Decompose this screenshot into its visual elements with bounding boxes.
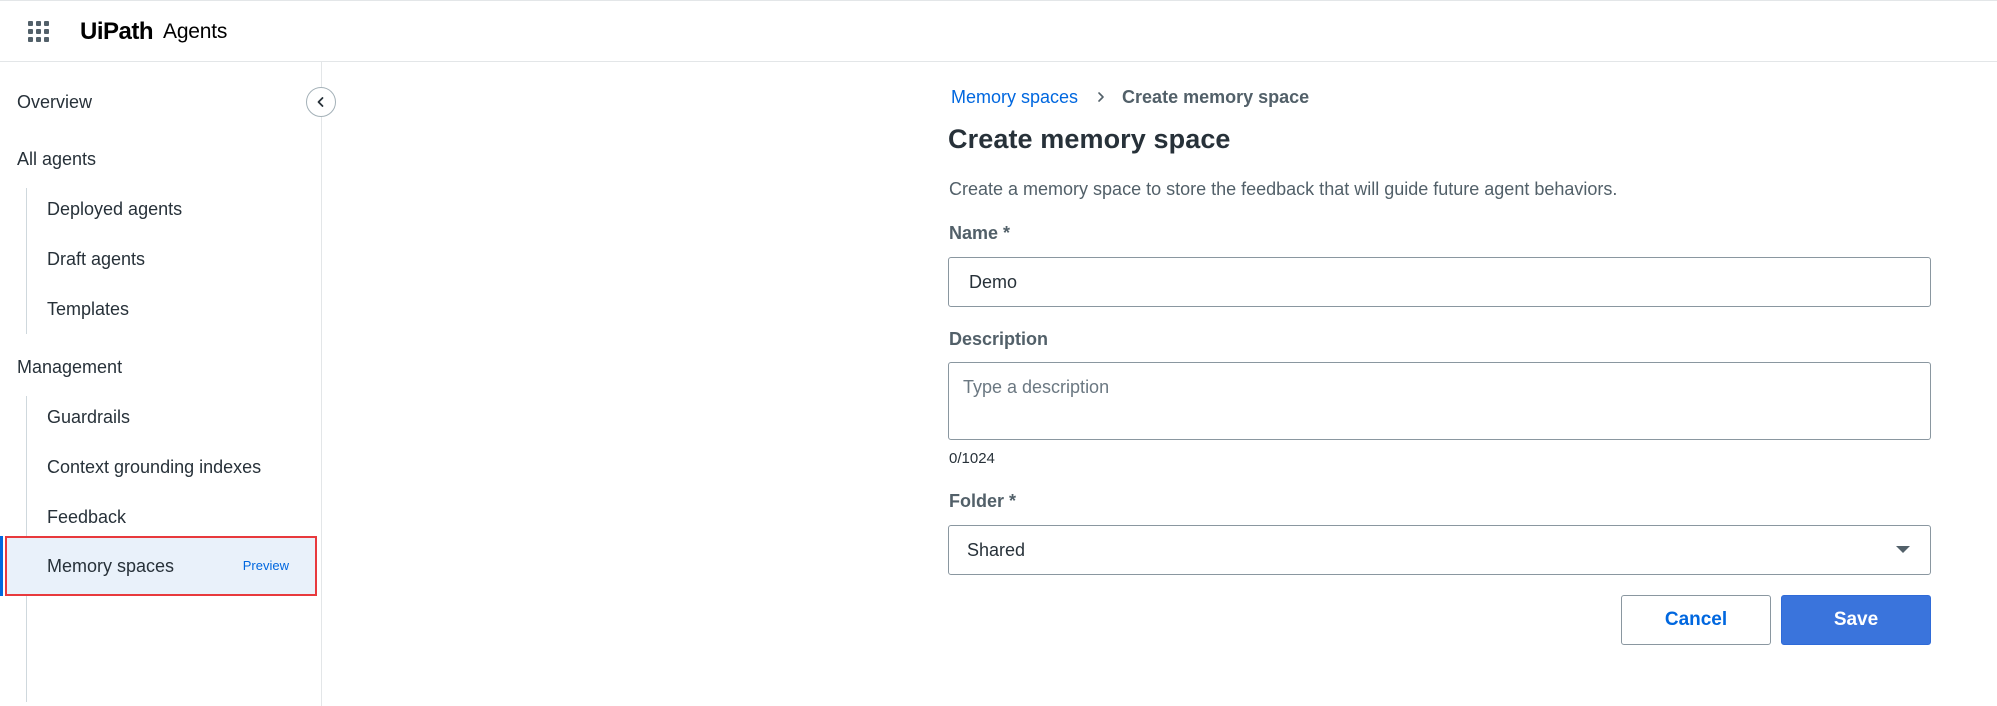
sidebar-item-label: Guardrails xyxy=(47,406,131,427)
page-title: Create memory space xyxy=(948,124,1231,154)
preview-badge: Preview xyxy=(242,558,289,573)
sidebar-item-label: Overview xyxy=(17,91,93,112)
sidebar-item-memory-spaces[interactable]: Memory spaces Preview xyxy=(5,536,317,596)
sidebar-item-label: Management xyxy=(17,356,123,377)
breadcrumb-current: Create memory space xyxy=(1122,86,1310,107)
description-field[interactable] xyxy=(948,362,1931,440)
caret-down-icon xyxy=(1896,546,1910,553)
character-counter: 0/1024 xyxy=(949,450,995,467)
sidebar-item-draft-agents[interactable]: Draft agents xyxy=(0,236,322,282)
sidebar-item-management[interactable]: Management xyxy=(0,344,322,390)
sidebar-item-label: All agents xyxy=(17,148,97,169)
folder-select[interactable]: Shared xyxy=(948,525,1931,575)
folder-select-value: Shared xyxy=(967,540,1026,560)
chevron-right-icon xyxy=(1096,91,1106,103)
brand-name: UiPath xyxy=(80,18,154,45)
name-label: Name * xyxy=(949,223,1011,243)
sidebar-item-feedback[interactable]: Feedback xyxy=(0,494,322,540)
uipath-logo[interactable]: UiPath Agents xyxy=(80,17,227,47)
page-description: Create a memory space to store the feedb… xyxy=(949,179,1618,199)
sidebar-item-guardrails[interactable]: Guardrails xyxy=(0,394,322,440)
top-header: UiPath Agents xyxy=(0,0,1997,62)
sidebar-item-context-grounding-indexes[interactable]: Context grounding indexes xyxy=(0,444,322,490)
app-launcher-icon[interactable] xyxy=(28,21,50,43)
sidebar-item-deployed-agents[interactable]: Deployed agents xyxy=(0,186,322,232)
sidebar-item-label: Memory spaces xyxy=(47,555,175,576)
breadcrumb: Memory spaces Create memory space xyxy=(951,86,1309,108)
sidebar-item-templates[interactable]: Templates xyxy=(0,286,322,332)
sidebar-item-label: Deployed agents xyxy=(47,198,183,219)
description-label: Description xyxy=(949,329,1049,349)
collapse-sidebar-button[interactable] xyxy=(306,87,336,117)
product-name: Agents xyxy=(163,20,228,43)
sidebar-item-label: Templates xyxy=(47,298,130,319)
active-item-indicator xyxy=(0,536,3,596)
folder-label: Folder * xyxy=(949,491,1017,511)
sidebar-item-label: Draft agents xyxy=(47,248,146,269)
sidebar-item-label: Feedback xyxy=(47,506,127,527)
save-button[interactable]: Save xyxy=(1781,595,1931,645)
cancel-button[interactable]: Cancel xyxy=(1621,595,1771,645)
sidebar-item-all-agents[interactable]: All agents xyxy=(0,136,322,182)
sidebar-item-overview[interactable]: Overview xyxy=(0,79,322,125)
chevron-left-icon xyxy=(317,97,324,107)
name-field[interactable] xyxy=(948,257,1931,307)
breadcrumb-memory-spaces-link[interactable]: Memory spaces xyxy=(951,87,1078,108)
sidebar-item-label: Context grounding indexes xyxy=(47,456,262,477)
